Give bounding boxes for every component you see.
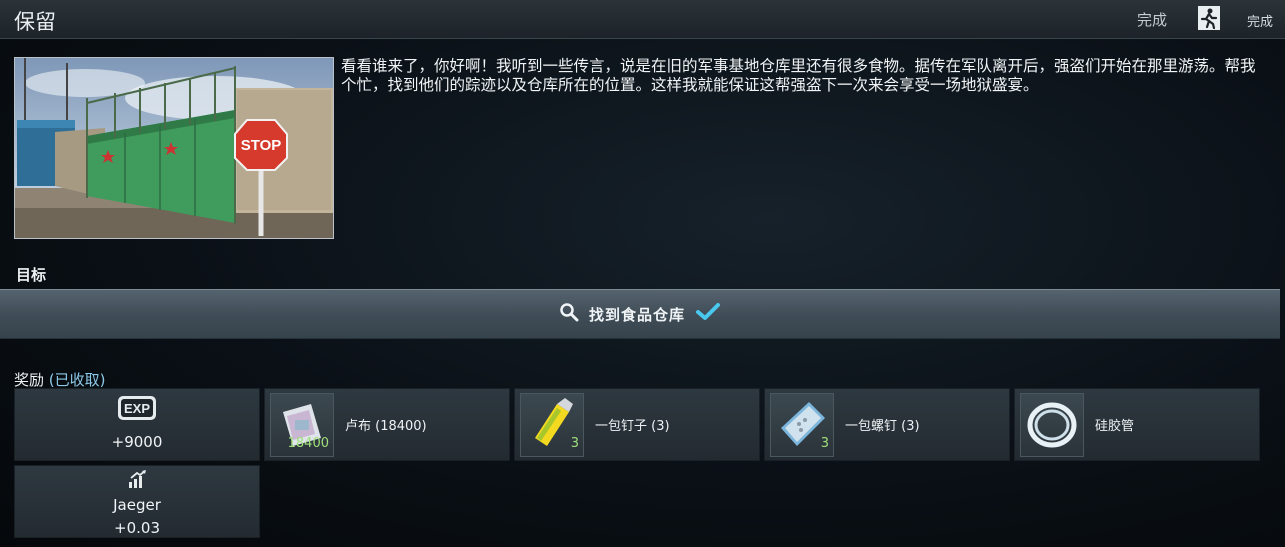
objective-text: 找到食品仓库 [588, 305, 685, 324]
rewards-collected-note: (已收取) [48, 371, 106, 389]
search-icon [559, 302, 579, 326]
checkmark-icon [695, 302, 721, 326]
standing-trader: Jaeger [113, 496, 161, 514]
item-count: 18400 [287, 436, 329, 451]
quest-status-label: 完成 [1136, 11, 1167, 29]
rewards-label: 奖励 [14, 371, 45, 389]
standing-up-icon [129, 470, 146, 488]
objective-row: 找到食品仓库 [0, 289, 1280, 339]
quest-image: STOP [14, 57, 334, 239]
quest-title: 保留 [14, 10, 56, 34]
complete-button[interactable]: 完成 [1247, 11, 1273, 30]
item-label: 一包钉子 (3) [595, 419, 670, 434]
reward-standing: Jaeger +0.03 [14, 465, 260, 538]
item-label: 硅胶管 [1095, 419, 1135, 434]
item-label: 一包螺钉 (3) [845, 419, 920, 434]
exp-value: +9000 [111, 433, 163, 451]
reward-item[interactable]: 3 一包螺钉 (3) [764, 388, 1010, 461]
reward-item[interactable]: 3 一包钉子 (3) [514, 388, 760, 461]
quest-description: 看看谁来了，你好啊！我听到一些传言，说是在旧的军事基地仓库里还有很多食物。据传在… [341, 57, 1256, 94]
reward-exp: EXP +9000 [14, 388, 260, 461]
standing-value: +0.03 [114, 519, 160, 537]
running-exit-icon[interactable] [1197, 5, 1221, 31]
item-label: 卢布 (18400) [345, 419, 427, 434]
rewards-heading: 奖励 (已收取) [14, 369, 106, 390]
stop-sign-text: STOP [241, 137, 282, 154]
header-bar: 保留 完成 完成 [0, 0, 1285, 39]
exp-badge-text: EXP [124, 401, 150, 416]
silicone-tube-icon [1020, 393, 1084, 457]
reward-item[interactable]: 18400 卢布 (18400) [264, 388, 510, 461]
item-count: 3 [570, 436, 579, 451]
exp-badge-icon: EXP [118, 396, 156, 420]
reward-item[interactable]: 硅胶管 [1014, 388, 1260, 461]
objectives-heading: 目标 [16, 266, 47, 284]
item-count: 3 [820, 436, 829, 451]
